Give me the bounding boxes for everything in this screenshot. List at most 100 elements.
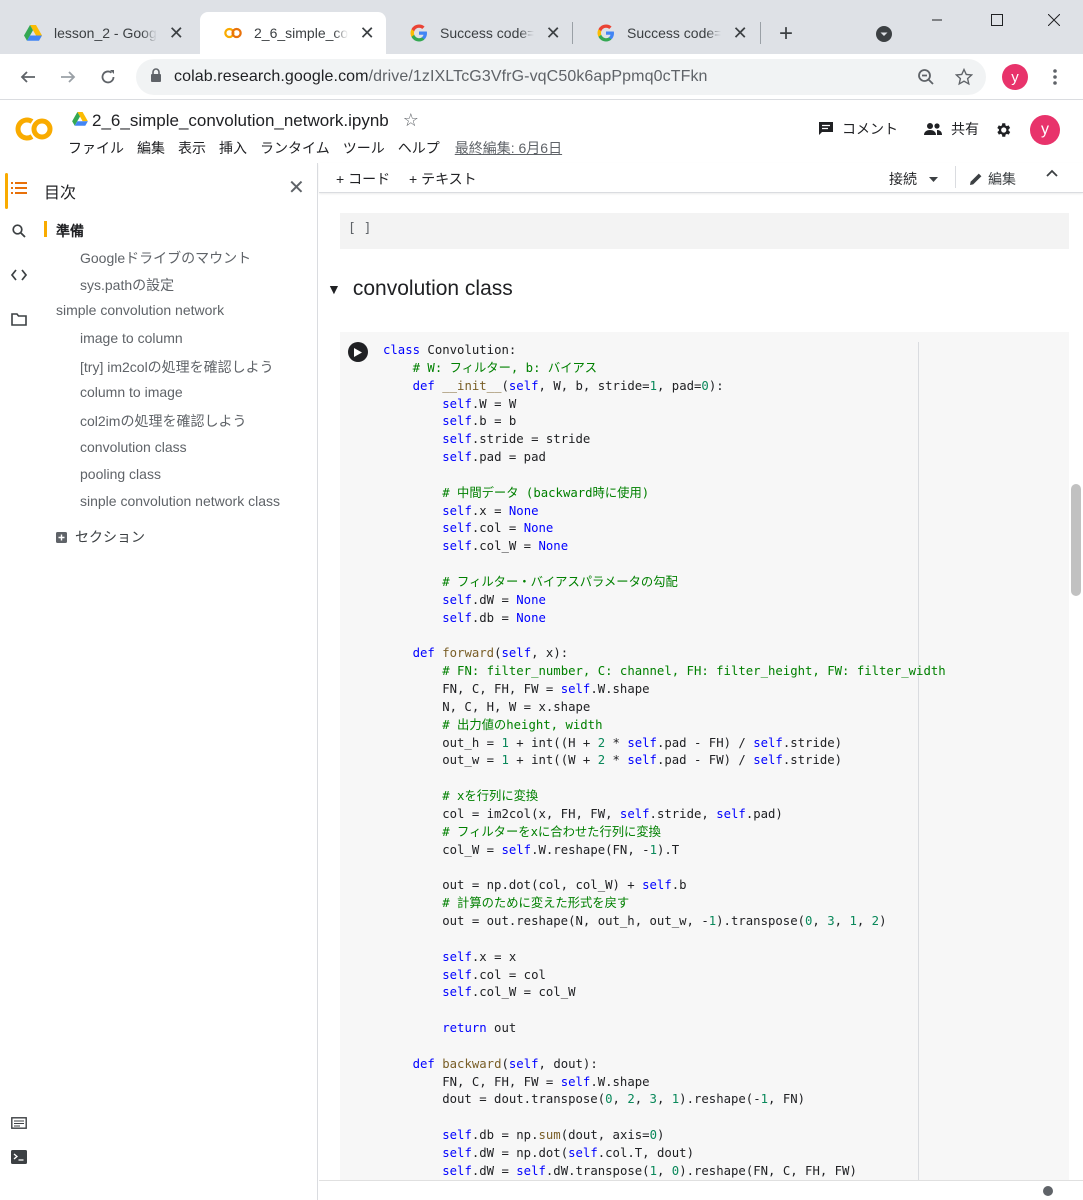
url-host: colab.research.google.com: [174, 68, 369, 85]
tab-colab-notebook[interactable]: 2_6_simple_convolution_network.ipynb ✕: [200, 12, 386, 54]
run-cell-play-icon[interactable]: [348, 342, 368, 362]
section-title: convolution class: [352, 277, 513, 300]
settings-gear-icon[interactable]: [994, 121, 1012, 139]
vertical-scrollbar[interactable]: [1071, 484, 1081, 596]
empty-code-cell[interactable]: [ ]: [340, 213, 1069, 249]
minimize-icon[interactable]: [914, 6, 960, 34]
horizontal-scrollbar[interactable]: [319, 1180, 1083, 1200]
dropdown-arrow-icon: [929, 176, 938, 182]
address-bar[interactable]: colab.research.google.com/drive/1zIXLTcG…: [136, 59, 986, 95]
toc-item-try-im2col[interactable]: [try] im2colの処理を確認しよう: [80, 357, 274, 377]
add-box-icon: [56, 531, 67, 543]
tab-separator: [760, 22, 761, 44]
close-icon[interactable]: ✕: [167, 23, 186, 43]
code-snippets-icon[interactable]: [8, 264, 30, 286]
section-heading[interactable]: ▼ convolution class: [327, 277, 513, 301]
browser-tab-strip: lesson_2 - Google ドライブ ✕ 2_6_simple_conv…: [0, 0, 1083, 54]
menu-runtime[interactable]: ランタイム: [260, 138, 330, 158]
menu-view[interactable]: 表示: [178, 138, 206, 158]
pencil-icon: [969, 172, 983, 186]
colab-header: 2_6_simple_convolution_network.ipynb ☆ フ…: [0, 101, 1083, 163]
toc-item-column-to-image[interactable]: column to image: [80, 384, 183, 400]
code-cell-convolution[interactable]: class Convolution: # W: フィルター, b: バイアス d…: [340, 332, 1069, 1200]
toc-item-drive-mount[interactable]: Googleドライブのマウント: [80, 248, 251, 268]
new-tab-plus-icon[interactable]: +: [772, 20, 800, 48]
connect-button[interactable]: 接続: [889, 169, 938, 189]
profile-avatar[interactable]: y: [999, 61, 1031, 93]
close-icon[interactable]: ✕: [544, 23, 562, 43]
google-drive-icon: [72, 111, 88, 131]
toc-item-pooling-class[interactable]: pooling class: [80, 466, 161, 482]
colab-logo-icon[interactable]: [14, 115, 54, 143]
menu-edit[interactable]: 編集: [137, 138, 165, 158]
forward-arrow-icon[interactable]: [52, 61, 84, 93]
colab-profile-avatar[interactable]: y: [1030, 115, 1060, 145]
menu-help[interactable]: ヘルプ: [398, 138, 440, 158]
notebook-title[interactable]: 2_6_simple_convolution_network.ipynb: [92, 111, 389, 131]
people-icon: [923, 122, 943, 136]
tab-lesson2[interactable]: lesson_2 - Google ドライブ ✕: [0, 12, 196, 54]
toc-item-col2im-check[interactable]: col2imの処理を確認しよう: [80, 411, 246, 431]
colab-menu-bar: ファイル 編集 表示 挿入 ランタイム ツール ヘルプ 最終編集: 6月6日: [68, 138, 562, 158]
tab-success-code-2[interactable]: Success code=4 ✕: [573, 12, 759, 54]
close-icon[interactable]: ✕: [731, 23, 749, 43]
toc-item-convolution-class[interactable]: convolution class: [80, 439, 187, 455]
maximize-icon[interactable]: [974, 6, 1020, 34]
terminal-icon[interactable]: [8, 1146, 30, 1168]
toc-title: 目次: [44, 185, 77, 202]
add-code-button[interactable]: + コード: [336, 169, 390, 189]
star-icon[interactable]: ☆: [403, 110, 419, 131]
search-icon[interactable]: [8, 220, 30, 242]
lock-icon: [150, 68, 162, 86]
reload-icon[interactable]: [92, 61, 124, 93]
menu-insert[interactable]: 挿入: [219, 138, 247, 158]
notebook-main: + コード + テキスト 接続 編集 [ ] ▼ convolution cla…: [319, 163, 1083, 1200]
toc-item-simple-convolution-network[interactable]: simple convolution network: [56, 302, 224, 318]
menu-file[interactable]: ファイル: [68, 138, 124, 158]
tab-success-code-1[interactable]: Success code=4 ✕: [386, 12, 572, 54]
side-rail: [0, 163, 38, 1200]
close-icon[interactable]: ✕: [288, 175, 305, 200]
toc-item-image-to-column[interactable]: image to column: [80, 330, 183, 346]
add-section-label: セクション: [75, 529, 145, 545]
toc-item-sys-path[interactable]: sys.pathの設定: [80, 275, 174, 295]
toc-list-icon[interactable]: [8, 177, 30, 199]
browser-toolbar: colab.research.google.com/drive/1zIXLTcG…: [0, 54, 1083, 100]
command-palette-icon[interactable]: [8, 1112, 30, 1134]
toc-selected-indicator: [44, 221, 47, 237]
connect-label: 接続: [889, 171, 917, 187]
tab-search-icon[interactable]: [870, 20, 898, 48]
toc-item-network-class[interactable]: sinple convolution network class: [80, 493, 280, 509]
bookmark-star-icon[interactable]: [948, 61, 980, 93]
edit-button[interactable]: 編集: [969, 169, 1016, 189]
collapse-triangle-icon[interactable]: ▼: [327, 281, 341, 297]
toc-item-setup[interactable]: 準備: [56, 221, 84, 241]
menu-tools[interactable]: ツール: [343, 138, 385, 158]
collapse-chevron-up-icon[interactable]: [1046, 169, 1058, 177]
url-path: /drive/1zIXLTcG3VfrG-vqC50k6apPpmq0cTFkn: [368, 68, 708, 85]
window-close-icon[interactable]: [1031, 6, 1077, 34]
scroll-indicator-icon: [1043, 1186, 1053, 1196]
add-section-button[interactable]: セクション: [56, 527, 145, 547]
share-label: 共有: [951, 121, 979, 137]
comment-button[interactable]: コメント: [818, 119, 898, 139]
folder-icon[interactable]: [8, 308, 30, 330]
tab-title: 2_6_simple_convolution_network.ipynb: [254, 25, 349, 41]
code-editor[interactable]: class Convolution: # W: フィルター, b: バイアス d…: [383, 342, 946, 1181]
close-icon[interactable]: ✕: [358, 23, 376, 43]
back-arrow-icon[interactable]: [12, 61, 44, 93]
toolbar-divider: [955, 166, 956, 188]
tab-title: Success code=4: [627, 25, 722, 41]
edit-label: 編集: [988, 171, 1016, 187]
comment-icon: [818, 121, 834, 137]
google-drive-icon: [24, 24, 42, 42]
comment-label: コメント: [842, 121, 898, 137]
colab-icon: [224, 24, 242, 42]
zoom-icon[interactable]: [910, 61, 942, 93]
last-edit-link[interactable]: 最終編集: 6月6日: [455, 138, 562, 158]
table-of-contents-panel: 目次 ✕ 準備 Googleドライブのマウント sys.pathの設定 simp…: [38, 163, 318, 1200]
google-g-icon: [597, 24, 615, 42]
browser-menu-icon[interactable]: [1039, 61, 1071, 93]
share-button[interactable]: 共有: [923, 119, 979, 139]
add-text-button[interactable]: + テキスト: [409, 169, 477, 189]
